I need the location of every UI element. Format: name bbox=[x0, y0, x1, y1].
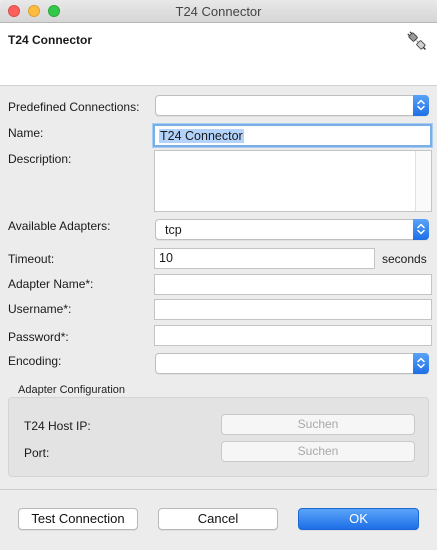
footer-divider bbox=[0, 489, 437, 490]
timeout-value: 10 bbox=[159, 251, 173, 265]
port-label: Port: bbox=[24, 446, 50, 460]
dialog-window: T24 Connector T24 Connector Predefined C… bbox=[0, 0, 437, 550]
ok-button[interactable]: OK bbox=[298, 508, 419, 530]
username-label: Username*: bbox=[8, 302, 72, 316]
available-adapters-label: Available Adapters: bbox=[8, 219, 111, 233]
name-field[interactable]: T24 Connector bbox=[153, 124, 432, 147]
name-value: T24 Connector bbox=[159, 129, 244, 143]
header-title: T24 Connector bbox=[8, 33, 93, 47]
username-field[interactable] bbox=[154, 299, 432, 320]
adapter-configuration-title: Adapter Configuration bbox=[18, 384, 126, 396]
adapter-configuration-group: T24 Host IP: Suchen Port: Suchen bbox=[8, 397, 429, 477]
dialog-header: T24 Connector bbox=[0, 23, 437, 86]
description-textarea[interactable] bbox=[154, 150, 432, 212]
adapter-name-label: Adapter Name*: bbox=[8, 277, 94, 291]
window-title: T24 Connector bbox=[175, 4, 262, 19]
chevron-updown-icon bbox=[413, 353, 429, 374]
host-ip-label: T24 Host IP: bbox=[24, 419, 91, 433]
password-label: Password*: bbox=[8, 330, 69, 344]
encoding-select[interactable] bbox=[155, 353, 429, 374]
predefined-connections-label: Predefined Connections: bbox=[8, 100, 140, 114]
chevron-updown-icon bbox=[413, 219, 429, 240]
port-search-button[interactable]: Suchen bbox=[221, 441, 415, 462]
title-bar[interactable]: T24 Connector bbox=[0, 0, 437, 23]
host-ip-search-button[interactable]: Suchen bbox=[221, 414, 415, 435]
name-label: Name: bbox=[8, 126, 44, 140]
available-adapters-value: tcp bbox=[165, 223, 182, 237]
timeout-field[interactable]: 10 bbox=[154, 248, 375, 269]
description-label: Description: bbox=[8, 152, 72, 166]
available-adapters-select[interactable]: tcp bbox=[155, 219, 429, 240]
chevron-updown-icon bbox=[413, 95, 429, 116]
plug-connector-icon bbox=[407, 31, 426, 50]
timeout-label: Timeout: bbox=[8, 252, 55, 266]
description-scrollbar[interactable] bbox=[415, 151, 431, 211]
password-field[interactable] bbox=[154, 325, 432, 346]
adapter-name-field[interactable] bbox=[154, 274, 432, 295]
test-connection-button[interactable]: Test Connection bbox=[18, 508, 138, 530]
timeout-unit: seconds bbox=[382, 252, 427, 266]
cancel-button[interactable]: Cancel bbox=[158, 508, 278, 530]
encoding-label: Encoding: bbox=[8, 354, 62, 368]
predefined-connections-select[interactable] bbox=[155, 95, 429, 116]
